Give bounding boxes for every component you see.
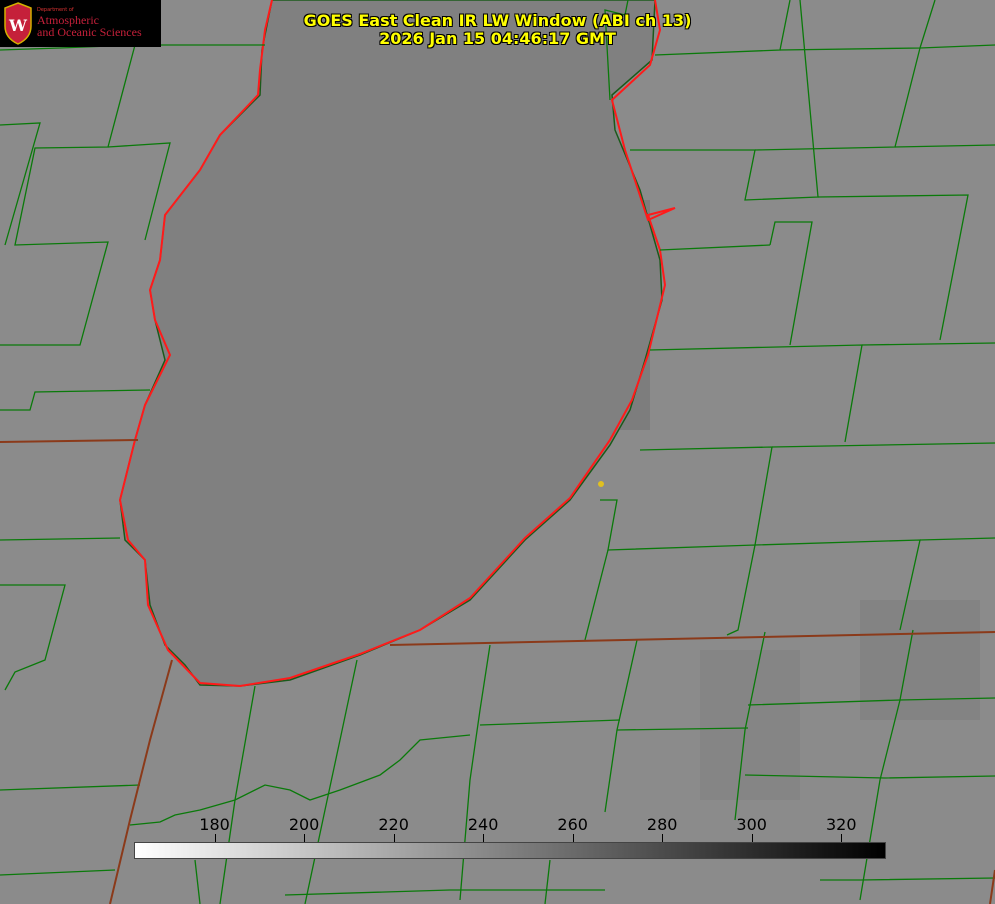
colorbar-tick-mark — [214, 834, 216, 842]
colorbar-tick-mark — [751, 834, 753, 842]
cold-patch — [860, 600, 980, 720]
colorbar-tick-label: 280 — [646, 815, 678, 834]
cold-patch — [700, 650, 800, 800]
colorbar-tick-label: 260 — [557, 815, 588, 834]
colorbar-tick-mark — [572, 834, 574, 842]
location-marker — [598, 481, 604, 487]
colorbar — [134, 842, 886, 859]
satellite-map — [0, 0, 995, 904]
colorbar-tick-label: 320 — [825, 815, 857, 834]
colorbar-tick-label: 200 — [288, 815, 320, 834]
colorbar-tick-mark — [662, 834, 664, 842]
timestamp: 2026 Jan 15 04:46:17 GMT — [379, 29, 616, 48]
colorbar-tick-label: 300 — [736, 815, 767, 834]
colorbar-tick-label: 240 — [467, 815, 499, 834]
satellite-viewer: W Department of Atmospheric and Oceanic … — [0, 0, 995, 904]
colorbar-tick-mark — [483, 834, 485, 842]
colorbar-tick-label: 220 — [378, 815, 409, 834]
colorbar-tick-mark — [393, 834, 395, 842]
colorbar-tick-mark — [841, 834, 843, 842]
colorbar-tick-mark — [304, 834, 306, 842]
product-title: GOES East Clean IR LW Window (ABI ch 13) — [303, 11, 692, 30]
colorbar-tick-label: 180 — [199, 815, 230, 834]
